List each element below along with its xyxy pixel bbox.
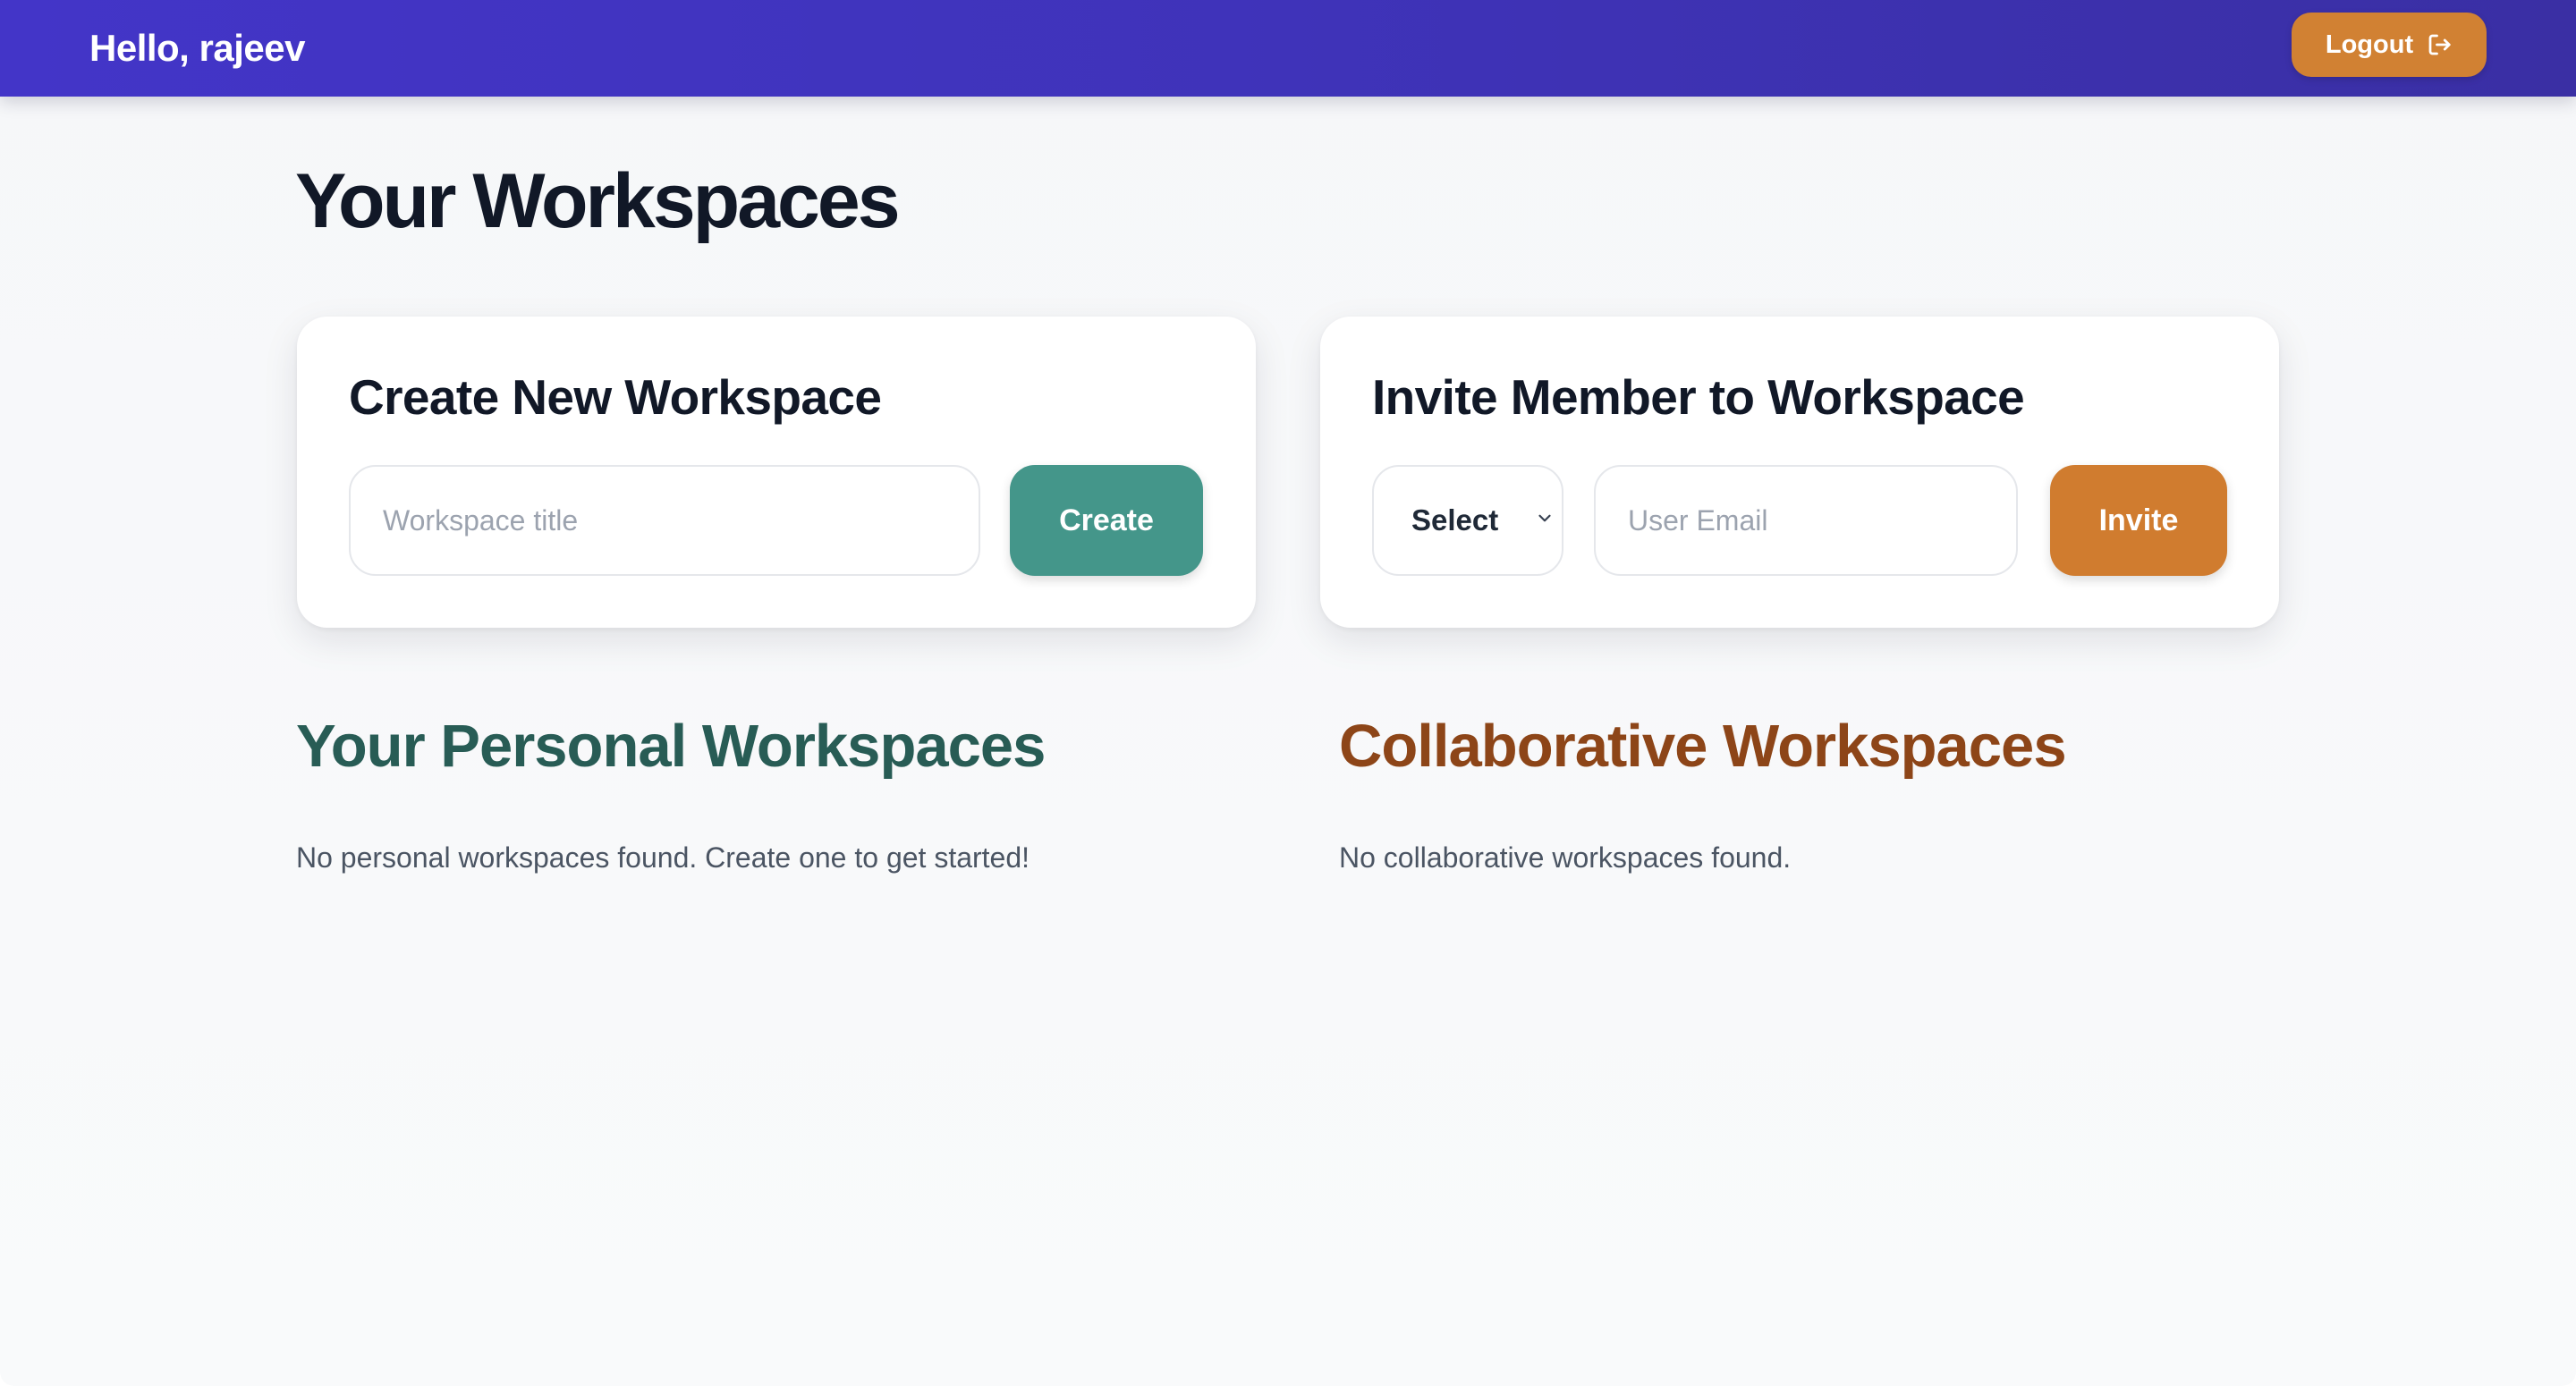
collaborative-workspaces-heading: Collaborative Workspaces <box>1339 713 2067 780</box>
logout-icon <box>2426 31 2453 58</box>
workspace-title-input[interactable] <box>349 465 980 576</box>
workspace-select-value: Select <box>1411 503 1499 537</box>
personal-workspaces-heading: Your Personal Workspaces <box>296 713 1046 780</box>
workspace-select[interactable]: Select <box>1372 465 1563 576</box>
logout-button[interactable]: Logout <box>2292 13 2487 77</box>
chevron-down-icon <box>1535 509 1555 533</box>
user-greeting: Hello, rajeev <box>89 27 305 69</box>
personal-empty-message: No personal workspaces found. Create one… <box>296 841 1030 874</box>
create-workspace-card: Create New Workspace Create <box>297 317 1256 628</box>
top-bar: Hello, rajeev Logout <box>0 0 2576 97</box>
create-button[interactable]: Create <box>1010 465 1203 576</box>
invite-member-card: Invite Member to Workspace Select Invite <box>1320 317 2279 628</box>
invite-button[interactable]: Invite <box>2050 465 2227 576</box>
logout-label: Logout <box>2325 30 2414 59</box>
create-workspace-title: Create New Workspace <box>349 369 882 425</box>
user-email-input[interactable] <box>1594 465 2018 576</box>
invite-member-title: Invite Member to Workspace <box>1372 369 2025 425</box>
page-title: Your Workspaces <box>295 158 901 244</box>
app-window: Hello, rajeev Logout Your Workspaces Cre… <box>0 0 2576 1386</box>
collaborative-empty-message: No collaborative workspaces found. <box>1339 841 1792 874</box>
